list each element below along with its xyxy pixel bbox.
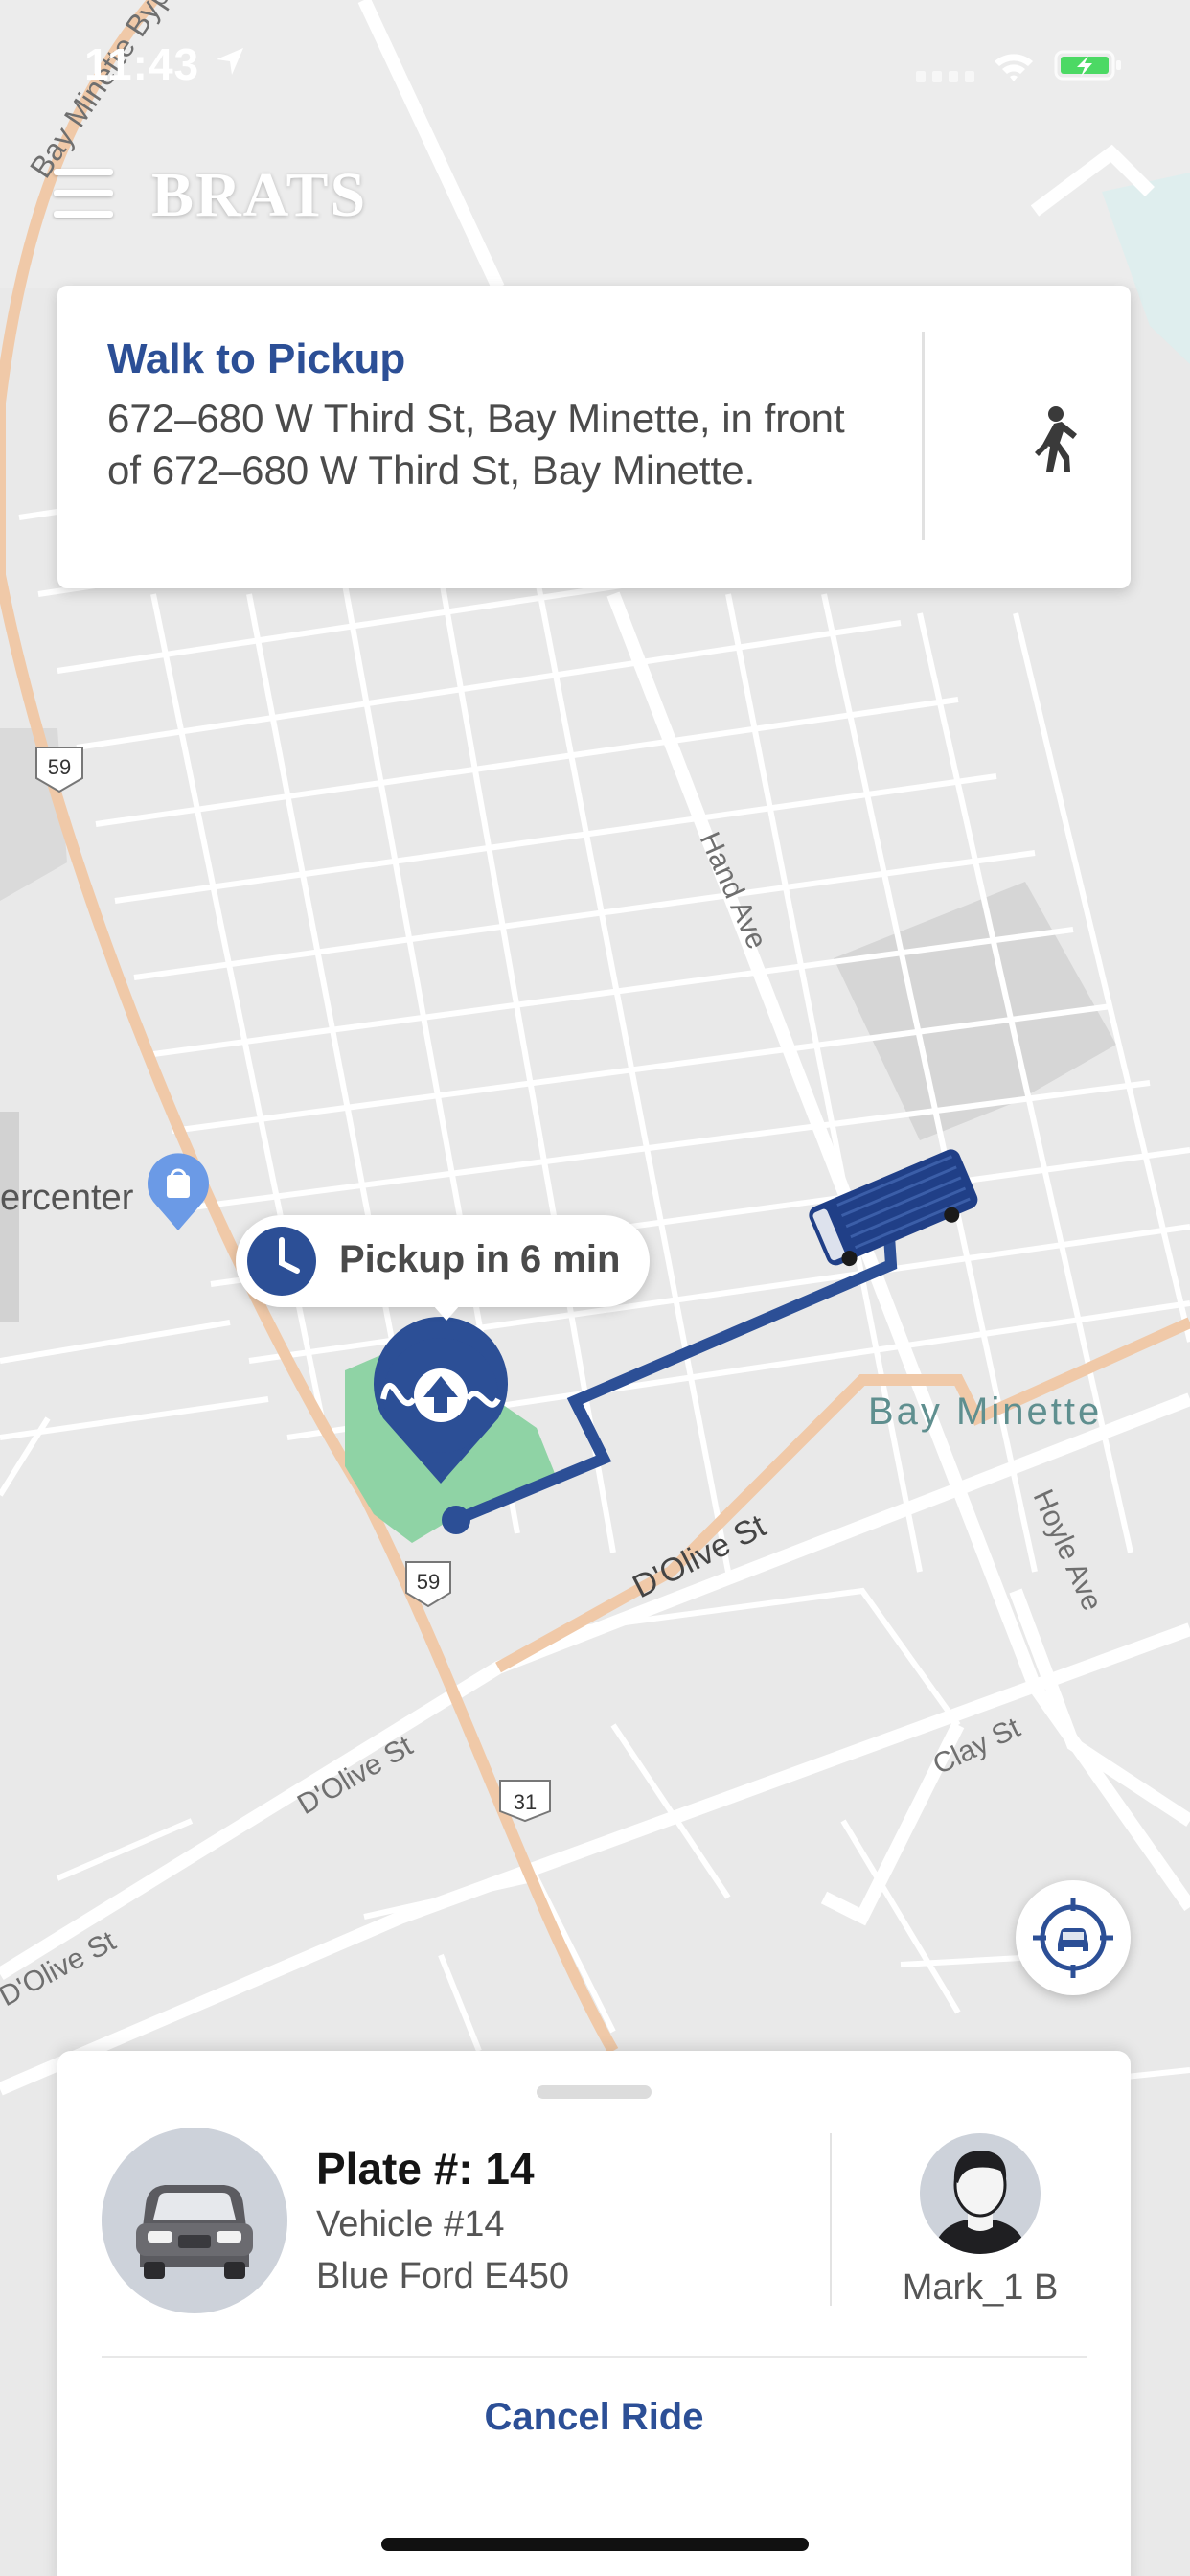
plate-number: Plate #: 14 (316, 2144, 535, 2194)
route-start-dot (442, 1506, 470, 1534)
vehicle-model: Blue Ford E450 (316, 2256, 570, 2296)
status-time: 11:43 (84, 39, 200, 89)
wifi-icon (995, 54, 1033, 81)
pickup-address: 672–680 W Third St, Bay Minette, in fron… (107, 396, 845, 493)
recenter-vehicle-button[interactable] (1016, 1880, 1131, 1995)
app-header: BRATS (0, 144, 1190, 249)
hamburger-menu-icon[interactable] (54, 167, 115, 220)
location-arrow-icon (217, 48, 243, 75)
pickup-card: Walk to Pickup 672–680 W Third St, Bay M… (57, 286, 1131, 588)
brand-logo: BRATS (151, 160, 368, 230)
minivan-icon (136, 2185, 253, 2279)
cancel-ride-button[interactable]: Cancel Ride (57, 2396, 1131, 2439)
status-bar: 11:43 (0, 0, 1190, 134)
driver-person-icon (933, 2150, 1027, 2254)
walking-person-icon[interactable] (1019, 404, 1083, 475)
eta-text: Pickup in 6 min (339, 1238, 621, 1280)
sheet-divider-vertical (830, 2133, 832, 2306)
driver-name: Mark_1 B (902, 2267, 1059, 2308)
map-label-town: Bay Minette (868, 1391, 1102, 1433)
clock-icon (247, 1227, 316, 1296)
route-59-north-label: 59 (48, 755, 71, 779)
pickup-title: Walk to Pickup (107, 335, 406, 382)
ride-details-sheet: Plate #: 14 Vehicle #14 Blue Ford E450 M… (57, 2051, 1131, 2576)
sheet-drag-handle[interactable] (537, 2085, 652, 2099)
vehicle-number: Vehicle #14 (316, 2204, 505, 2244)
map-label-poi: ercenter (0, 1178, 134, 1218)
vehicle-avatar (102, 2128, 287, 2313)
sheet-divider-horizontal (102, 2356, 1087, 2358)
route-31-label: 31 (514, 1790, 537, 1814)
eta-bubble: Pickup in 6 min (236, 1215, 650, 1321)
cellular-signal-icon (916, 71, 974, 82)
pickup-card-divider (922, 332, 925, 540)
battery-charging-icon (1054, 50, 1121, 80)
driver-avatar (920, 2133, 1041, 2254)
home-indicator[interactable] (381, 2538, 809, 2551)
vehicle-locate-icon (1033, 1898, 1113, 1978)
route-59-south-label: 59 (417, 1570, 440, 1594)
